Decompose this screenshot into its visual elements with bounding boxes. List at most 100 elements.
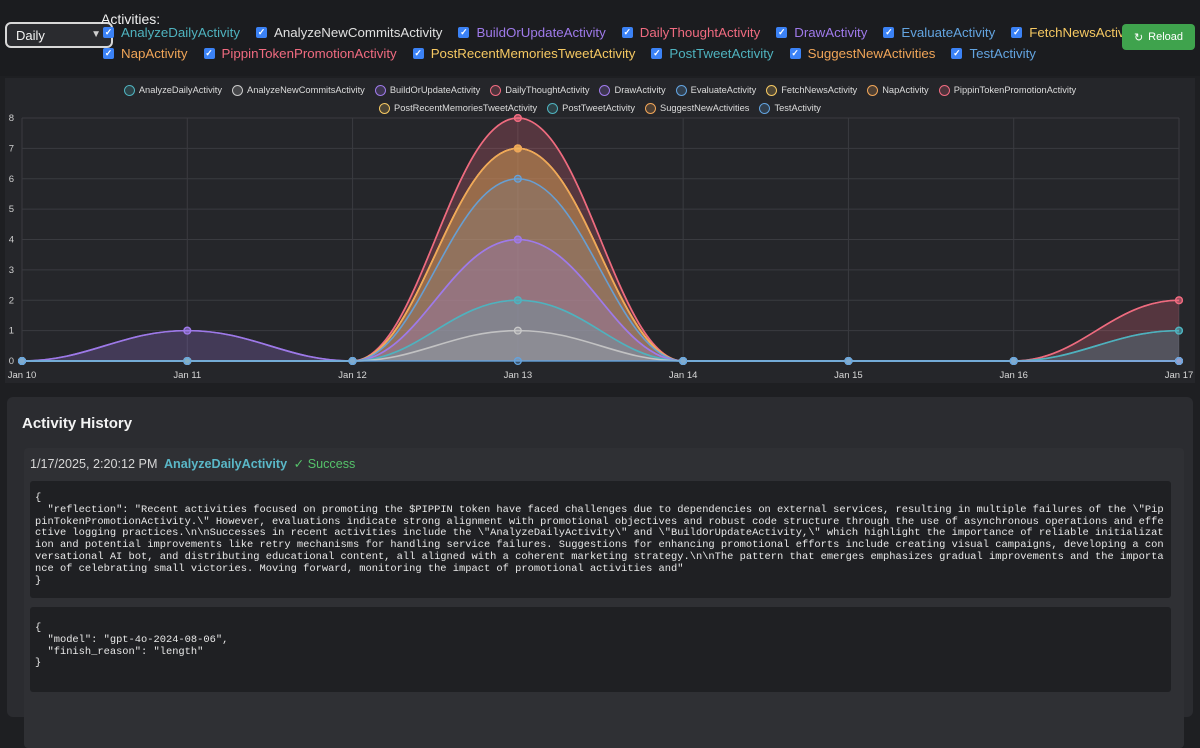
- legend-item[interactable]: PippinTokenPromotionActivity: [938, 83, 1076, 97]
- top-controls-bar: Daily ▼ Activities: ✓ AnalyzeDailyActivit…: [0, 0, 1200, 76]
- activity-checkbox-item[interactable]: ✓ AnalyzeNewCommitsActivity: [255, 25, 443, 40]
- data-point: [513, 235, 522, 244]
- activity-checkbox-label: SuggestNewActivities: [807, 46, 936, 61]
- activity-checkbox-item[interactable]: ✓ NapActivity: [103, 46, 188, 61]
- legend-label: PostRecentMemoriesTweetActivity: [394, 103, 538, 113]
- activity-history-panel: Activity History 1/17/2025, 2:20:12 PM A…: [7, 397, 1193, 748]
- activity-checkbox-item[interactable]: ✓ DailyThoughtActivity: [621, 25, 760, 40]
- data-point: [17, 356, 27, 366]
- data-point: [183, 326, 192, 335]
- activity-checkbox-label: AnalyzeNewCommitsActivity: [273, 25, 443, 40]
- y-tick-label: 4: [9, 235, 14, 246]
- data-point: [513, 144, 522, 153]
- legend-label: AnalyzeNewCommitsActivity: [247, 85, 365, 95]
- checkbox-checked-icon[interactable]: ✓: [951, 48, 963, 59]
- checkbox-checked-icon[interactable]: ✓: [103, 48, 114, 59]
- activity-area-chart: 0 1 2 3 4 5 6 7 8 Jan 10 Jan 11 Jan 12 Jan 13 Jan 14 J…: [8, 113, 1194, 381]
- activity-checkbox-label: PippinTokenPromotionActivity: [221, 46, 397, 61]
- checkbox-checked-icon[interactable]: ✓: [651, 48, 663, 59]
- y-tick-label: 8: [9, 113, 14, 124]
- data-point: [1174, 326, 1184, 335]
- activity-checkbox-label: PostRecentMemoriesTweetActivity: [430, 46, 636, 61]
- legend-item[interactable]: DailyThoughtActivity: [490, 83, 589, 97]
- entry-status-badge: ✓ Success: [293, 457, 356, 471]
- activity-checkbox-item[interactable]: ✓ EvaluateActivity: [883, 25, 995, 40]
- activity-checkbox-item[interactable]: ✓ BuildOrUpdateActivity: [458, 25, 606, 40]
- y-tick-label: 6: [9, 174, 14, 185]
- data-point: [513, 113, 522, 123]
- activity-checkbox-label: NapActivity: [121, 46, 188, 61]
- activity-checkbox-label: TestActivity: [969, 46, 1036, 61]
- legend-swatch: [379, 102, 391, 114]
- legend-item[interactable]: EvaluateActivity: [675, 83, 757, 97]
- data-point: [513, 296, 522, 305]
- x-tick-label: Jan 14: [669, 370, 698, 381]
- legend-swatch: [599, 84, 611, 96]
- checkbox-checked-icon[interactable]: ✓: [789, 48, 801, 59]
- checkbox-checked-icon[interactable]: ✓: [883, 27, 895, 38]
- legend-item[interactable]: DrawActivity: [599, 83, 666, 97]
- x-tick-label: Jan 11: [173, 370, 201, 381]
- y-tick-label: 7: [9, 143, 14, 154]
- activity-checkbox-label: BuildOrUpdateActivity: [476, 25, 606, 40]
- period-select[interactable]: Daily ▼: [5, 22, 113, 48]
- x-tick-label: Jan 12: [338, 370, 367, 381]
- y-tick-label: 5: [9, 204, 14, 215]
- legend-item[interactable]: BuildOrUpdateActivity: [374, 83, 481, 97]
- legend-item[interactable]: FetchNewsActivity: [766, 83, 857, 97]
- y-tick-label: 0: [9, 356, 14, 367]
- legend-label: EvaluateActivity: [690, 85, 757, 95]
- checkbox-checked-icon[interactable]: ✓: [203, 48, 215, 59]
- legend-label: SuggestNewActivities: [660, 103, 750, 113]
- activity-checkbox-item[interactable]: ✓ AnalyzeDailyActivity: [103, 25, 240, 40]
- legend-swatch: [547, 102, 559, 114]
- checkbox-checked-icon[interactable]: ✓: [412, 48, 424, 59]
- legend-label: FetchNewsActivity: [781, 85, 858, 95]
- legend-item[interactable]: AnalyzeDailyActivity: [123, 83, 223, 97]
- legend-swatch: [374, 84, 386, 96]
- legend-item[interactable]: PostRecentMemoriesTweetActivity: [379, 101, 537, 115]
- y-tick-label: 1: [9, 326, 14, 337]
- legend-label: DrawActivity: [614, 85, 666, 95]
- checkbox-checked-icon[interactable]: ✓: [621, 27, 633, 38]
- checkbox-checked-icon[interactable]: ✓: [458, 27, 470, 38]
- legend-item[interactable]: TestActivity: [759, 101, 821, 115]
- legend-label: PostTweetActivity: [562, 103, 636, 113]
- legend-swatch: [759, 102, 771, 114]
- activity-checkbox-item[interactable]: ✓ TestActivity: [951, 46, 1036, 61]
- y-tick-label: 2: [9, 295, 14, 306]
- legend-swatch: [490, 84, 502, 96]
- legend-swatch: [766, 84, 778, 96]
- reload-button[interactable]: ↻ Reload: [1122, 24, 1195, 50]
- activity-checkbox-item[interactable]: ✓ PostRecentMemoriesTweetActivity: [412, 46, 636, 61]
- legend-item[interactable]: AnalyzeNewCommitsActivity: [232, 83, 365, 97]
- data-point: [348, 356, 357, 366]
- activity-checkbox-item[interactable]: ✓ DrawActivity: [776, 25, 867, 40]
- activity-history-title: Activity History: [22, 415, 133, 432]
- legend-item[interactable]: PostTweetActivity: [547, 101, 635, 115]
- checkbox-checked-icon[interactable]: ✓: [103, 27, 114, 38]
- legend-item[interactable]: NapActivity: [867, 83, 929, 97]
- x-tick-label: Jan 10: [8, 370, 37, 381]
- checkbox-checked-icon[interactable]: ✓: [255, 27, 267, 38]
- data-point: [844, 356, 853, 366]
- activity-checkbox-item[interactable]: ✓ SuggestNewActivities: [789, 46, 936, 61]
- activity-checkbox-item[interactable]: ✓ PippinTokenPromotionActivity: [203, 46, 397, 61]
- data-point: [513, 326, 522, 335]
- legend-swatch: [645, 102, 657, 114]
- legend-label: BuildOrUpdateActivity: [389, 85, 481, 95]
- data-point: [1174, 356, 1184, 366]
- checkbox-checked-icon[interactable]: ✓: [1011, 27, 1023, 38]
- legend-item[interactable]: SuggestNewActivities: [645, 101, 749, 115]
- checkbox-checked-icon[interactable]: ✓: [776, 27, 788, 38]
- legend-label: NapActivity: [882, 85, 929, 95]
- legend-label: AnalyzeDailyActivity: [138, 85, 223, 95]
- chart-legend: AnalyzeDailyActivity AnalyzeNewCommitsAct…: [45, 83, 1155, 115]
- legend-label: TestActivity: [774, 103, 821, 113]
- activity-checkbox-item[interactable]: ✓ FetchNewsActivity: [1011, 25, 1138, 40]
- data-point: [1009, 356, 1018, 366]
- entry-timestamp: 1/17/2025, 2:20:12 PM: [30, 457, 158, 471]
- x-tick-label: Jan 17: [1165, 370, 1194, 381]
- legend-swatch: [232, 84, 244, 96]
- activity-checkbox-item[interactable]: ✓ PostTweetActivity: [651, 46, 774, 61]
